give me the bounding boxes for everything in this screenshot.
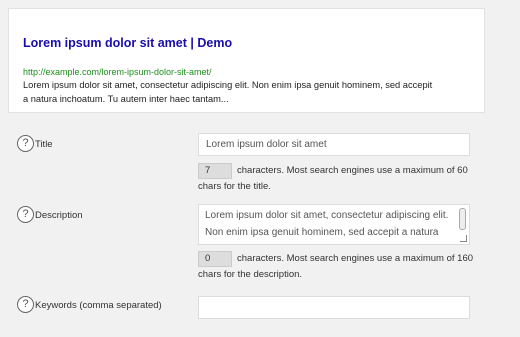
keywords-help-icon[interactable]: ? [17, 296, 34, 313]
title-input[interactable]: Lorem ipsum dolor sit amet [198, 133, 470, 156]
title-hint-text: characters. Most search engines use a ma… [198, 165, 468, 192]
description-hint-text: characters. Most search engines use a ma… [198, 253, 474, 280]
keywords-input[interactable] [198, 296, 470, 319]
resize-grip-icon[interactable] [460, 235, 467, 242]
textarea-scrollbar[interactable] [459, 208, 466, 230]
description-help-icon[interactable]: ? [17, 206, 34, 223]
preview-description: Lorem ipsum dolor sit amet, consectetur … [23, 80, 433, 104]
preview-title: Lorem ipsum dolor sit amet | Demo [23, 36, 233, 50]
description-text: Lorem ipsum dolor sit amet, consectetur … [205, 210, 449, 238]
description-char-hint: characters. Most search engines use a ma… [198, 251, 483, 283]
description-label: Description [35, 210, 83, 221]
title-char-hint: characters. Most search engines use a ma… [198, 163, 483, 195]
keywords-label: Keywords (comma separated) [35, 300, 162, 311]
description-textarea[interactable]: Lorem ipsum dolor sit amet, consectetur … [198, 204, 470, 245]
title-label: Title [35, 139, 53, 150]
preview-url: http://example.com/lorem-ipsum-dolor-sit… [23, 67, 212, 77]
title-help-icon[interactable]: ? [17, 135, 34, 152]
search-preview: Lorem ipsum dolor sit amet | Demo http:/… [8, 8, 485, 113]
